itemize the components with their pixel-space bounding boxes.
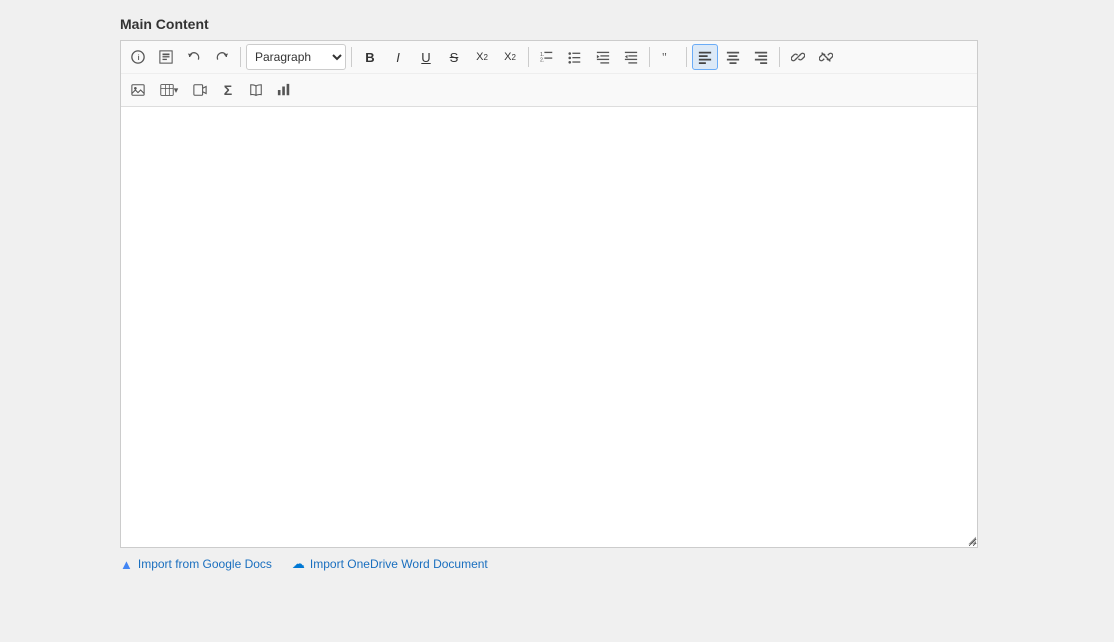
toolbar: i Pa	[121, 41, 977, 107]
strikethrough-button[interactable]: S	[441, 44, 467, 70]
editor-content[interactable]	[121, 107, 977, 547]
unlink-button[interactable]	[813, 44, 839, 70]
left-sidebar	[0, 0, 120, 642]
table-button[interactable]: ▾	[153, 77, 185, 103]
book-button[interactable]	[243, 77, 269, 103]
align-left-button[interactable]	[692, 44, 718, 70]
google-docs-icon: ▲	[120, 557, 133, 572]
svg-text:i: i	[138, 55, 140, 62]
separator-2	[351, 47, 352, 67]
image-button[interactable]	[125, 77, 151, 103]
link-button[interactable]	[785, 44, 811, 70]
import-google-docs-link[interactable]: ▲ Import from Google Docs	[120, 557, 272, 572]
separator-4	[649, 47, 650, 67]
svg-text:2.: 2.	[540, 57, 544, 63]
onedrive-icon: ☁	[292, 556, 305, 572]
align-right-button[interactable]	[748, 44, 774, 70]
underline-button[interactable]: U	[413, 44, 439, 70]
separator-6	[779, 47, 780, 67]
outdent-button[interactable]	[590, 44, 616, 70]
editor-body[interactable]: ◢	[121, 107, 977, 547]
svg-text:": "	[662, 50, 667, 64]
right-sidebar	[994, 0, 1114, 642]
redo-button[interactable]	[209, 44, 235, 70]
info-button[interactable]: i	[125, 44, 151, 70]
align-center-button[interactable]	[720, 44, 746, 70]
import-bar: ▲ Import from Google Docs ☁ Import OneDr…	[120, 556, 978, 572]
undo-button[interactable]	[181, 44, 207, 70]
formula-button[interactable]: Σ	[215, 77, 241, 103]
blockquote-button[interactable]: "	[655, 44, 681, 70]
main-area: Main Content i	[120, 0, 994, 642]
import-onedrive-label: Import OneDrive Word Document	[310, 557, 488, 571]
import-onedrive-link[interactable]: ☁ Import OneDrive Word Document	[292, 556, 488, 572]
ordered-list-button[interactable]: 1.2.	[534, 44, 560, 70]
subscript-button[interactable]: X2	[469, 44, 495, 70]
italic-button[interactable]: I	[385, 44, 411, 70]
separator-3	[528, 47, 529, 67]
bold-button[interactable]: B	[357, 44, 383, 70]
toolbar-row-2: ▾ Σ	[121, 73, 977, 106]
editor-container: i Pa	[120, 40, 978, 548]
indent-button[interactable]	[618, 44, 644, 70]
video-button[interactable]	[187, 77, 213, 103]
chart-button[interactable]	[271, 77, 297, 103]
paragraph-format-select[interactable]: Paragraph Heading 1 Heading 2 Heading 3 …	[246, 44, 346, 70]
import-google-docs-label: Import from Google Docs	[138, 557, 272, 571]
superscript-button[interactable]: X2	[497, 44, 523, 70]
resize-handle: ◢	[965, 535, 977, 547]
separator-5	[686, 47, 687, 67]
separator-1	[240, 47, 241, 67]
toolbar-row-1: i Pa	[121, 41, 977, 73]
source-button[interactable]	[153, 44, 179, 70]
unordered-list-button[interactable]	[562, 44, 588, 70]
section-label: Main Content	[120, 16, 978, 32]
